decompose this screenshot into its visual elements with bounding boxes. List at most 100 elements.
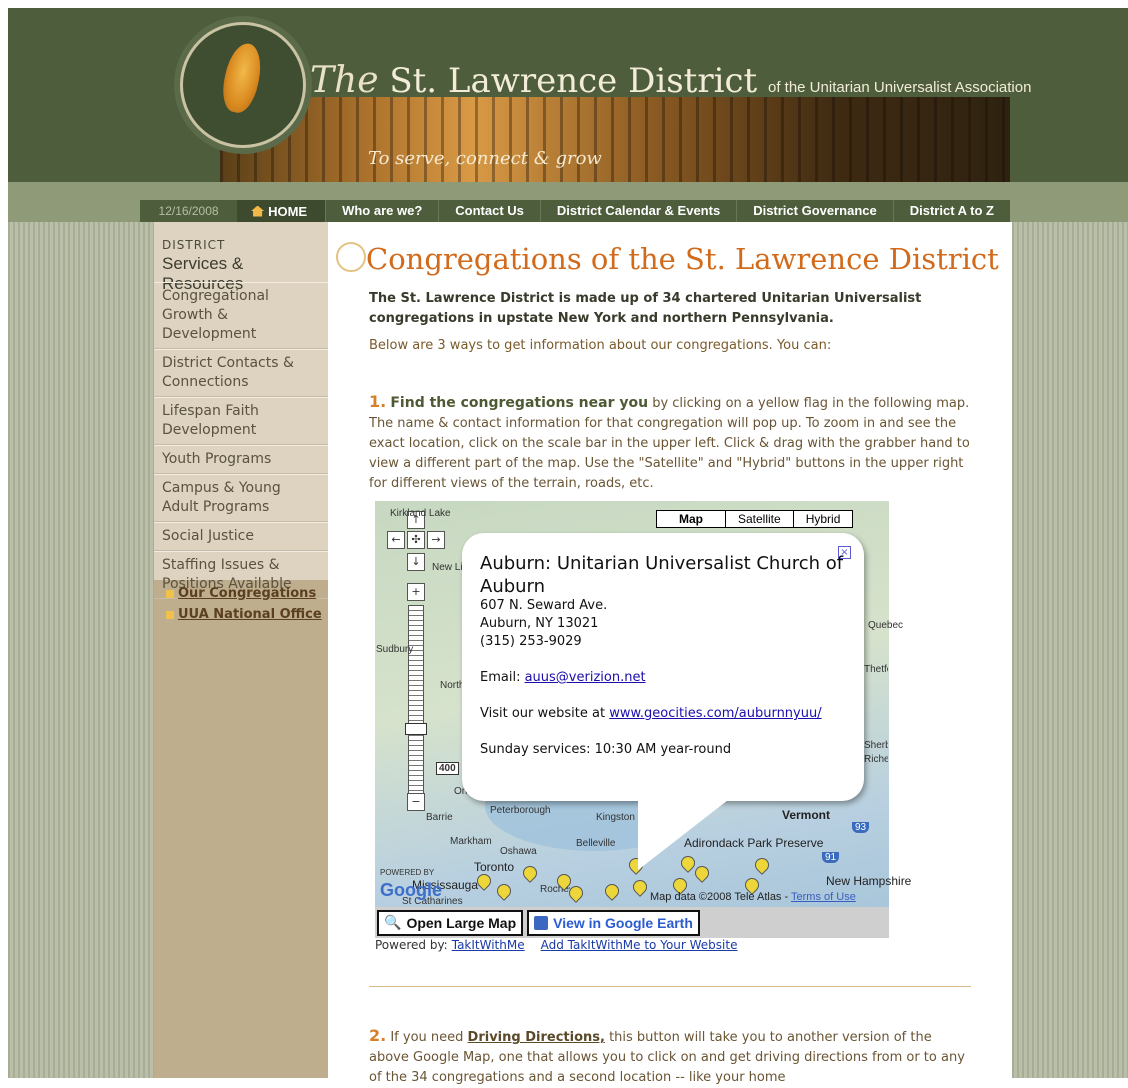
map-highway-400: 400 [436, 762, 459, 775]
header-forest-photo [220, 97, 1010, 182]
nav-district-a-to-z[interactable]: District A to Z [892, 200, 1010, 222]
congregation-flag-icon[interactable] [496, 884, 510, 902]
map-label-belleville: Belleville [576, 838, 616, 849]
info-email-link[interactable]: auus@verizion.net [525, 670, 646, 685]
map-label-barrie: Barrie [426, 812, 453, 823]
page-title: Congregations of the St. Lawrence Distri… [366, 242, 999, 276]
sidebar-heading-small: DISTRICT [162, 238, 226, 252]
bullet-square-icon [166, 610, 174, 619]
site-title-main: St. Lawrence District [389, 61, 758, 101]
info-phone: (315) 253-9029 [480, 634, 582, 649]
info-website-row: Visit our website at www.geocities.com/a… [480, 706, 822, 721]
congregation-flag-icon[interactable] [568, 886, 582, 904]
open-large-map-button[interactable]: 🔍 Open Large Map [377, 909, 524, 936]
nav-district-calendar[interactable]: District Calendar & Events [539, 200, 736, 222]
sidebar-menu: Congregational Growth & Development Dist… [154, 282, 328, 599]
map-interstate-93: 93 [852, 822, 870, 833]
map-button-row: 🔍 Open Large Map View in Google Earth [375, 907, 889, 938]
map-label-toronto: Toronto [474, 860, 515, 874]
google-logo[interactable]: Google [380, 880, 442, 901]
driving-directions-link[interactable]: Driving Directions, [468, 1030, 605, 1045]
congregation-flag-icon[interactable] [476, 874, 490, 892]
sidebar-link-label: UUA National Office [178, 607, 322, 622]
map-type-hybrid-button[interactable]: Hybrid [792, 511, 853, 527]
map-label-kingston: Kingston [596, 812, 635, 823]
congregation-flag-icon[interactable] [604, 884, 618, 902]
sidebar-item-district-contacts[interactable]: District Contacts & Connections [154, 349, 328, 397]
nav-district-governance[interactable]: District Governance [736, 200, 893, 222]
info-address-line1: 607 N. Seward Ave. [480, 598, 608, 613]
sidebar-link-label: Our Congregations [178, 586, 317, 601]
map-type-selector: Map Satellite Hybrid [656, 510, 854, 528]
page-background-right [1012, 222, 1128, 1078]
takitwithme-link[interactable]: TakItWithMe [452, 938, 525, 952]
congregation-flag-icon[interactable] [754, 858, 768, 876]
pan-left-icon[interactable]: ← [387, 531, 405, 549]
step-2-paragraph: 2. If you need Driving Directions, this … [369, 1026, 973, 1088]
powered-by-google-label: POWERED BY [380, 868, 435, 877]
district-logo[interactable] [180, 22, 306, 148]
map-label-quebec: Quebec [868, 620, 904, 631]
sidebar-item-social-justice[interactable]: Social Justice [154, 522, 328, 551]
section-divider [369, 986, 971, 987]
view-in-google-earth-label: View in Google Earth [553, 914, 693, 931]
map-label-thetford-mines: Thetford Mines [864, 664, 888, 675]
zoom-slider-track[interactable] [408, 605, 424, 807]
nav-who-are-we[interactable]: Who are we? [325, 200, 438, 222]
site-title-sub: of the Unitarian Universalist Associatio… [767, 79, 1032, 96]
step-1-number: 1. [369, 392, 387, 411]
nav-date: 12/16/2008 [158, 204, 219, 218]
info-website-link[interactable]: www.geocities.com/auburnnyuu/ [609, 706, 821, 721]
map-label-adirondack: Adirondack Park Preserve [684, 836, 824, 850]
nav-home[interactable]: HOME [237, 200, 326, 222]
sidebar-item-campus-young-adult[interactable]: Campus & Young Adult Programs [154, 474, 328, 522]
map-type-map-button[interactable]: Map [657, 511, 725, 527]
sidebar-item-lifespan-faith[interactable]: Lifespan Faith Development [154, 397, 328, 445]
info-services: Sunday services: 10:30 AM year-round [480, 742, 732, 757]
sidebar-link-our-congregations[interactable]: Our Congregations [166, 586, 322, 601]
view-in-google-earth-button[interactable]: View in Google Earth [527, 909, 700, 936]
map-label-kirkland-lake: Kirkland Lake [390, 508, 451, 519]
congregation-flag-icon[interactable] [522, 866, 536, 884]
map-attribution: Map data ©2008 Tele Atlas - Terms of Use [650, 891, 856, 903]
step-1-lead: Find the congregations near you [390, 395, 649, 411]
sidebar: DISTRICT Services & Resources Congregati… [154, 222, 328, 1078]
nav-home-label: HOME [268, 203, 308, 219]
sidebar-links: Our Congregations UUA National Office [166, 580, 322, 622]
sidebar-item-congregational-growth[interactable]: Congregational Growth & Development [154, 282, 328, 349]
map-attribution-text: Map data ©2008 Tele Atlas - [650, 891, 792, 903]
pan-right-icon[interactable]: → [427, 531, 445, 549]
magnifier-icon: 🔍 [384, 914, 402, 930]
map-type-satellite-button[interactable]: Satellite [725, 511, 793, 527]
main-nav: 12/16/2008 HOME Who are we? Contact Us D… [140, 200, 1010, 222]
map-interstate-91: 91 [822, 852, 840, 863]
congregation-flag-icon[interactable] [680, 856, 694, 874]
add-takitwithme-link[interactable]: Add TakItWithMe to Your Website [541, 938, 738, 952]
site-title: The St. Lawrence District of the Unitari… [310, 60, 1031, 101]
map-label-sherbrooke: Sherbrooke [864, 740, 888, 751]
sidebar-item-youth-programs[interactable]: Youth Programs [154, 445, 328, 474]
zoom-slider-thumb[interactable] [405, 723, 427, 735]
pan-center-icon[interactable]: ✣ [407, 531, 425, 549]
zoom-in-icon[interactable]: + [407, 583, 425, 601]
chalice-flame-icon [218, 40, 266, 116]
map-terms-link[interactable]: Terms of Use [791, 891, 856, 903]
map-label-vermont: Vermont [782, 808, 831, 822]
intro-bold-text: The St. Lawrence District is made up of … [369, 291, 922, 326]
zoom-out-icon[interactable]: − [407, 793, 425, 811]
congregation-flag-icon[interactable] [694, 866, 708, 884]
sidebar-link-uua-national[interactable]: UUA National Office [166, 607, 322, 622]
map-label-markham: Markham [450, 836, 492, 847]
map-label-peterborough: Peterborough [490, 805, 551, 816]
site-title-the: The [310, 60, 379, 101]
pan-down-icon[interactable]: ↓ [407, 553, 425, 571]
powered-by-row: Powered by: TakItWithMe Add TakItWithMe to… [375, 938, 737, 952]
map-label-oshawa: Oshawa [500, 846, 537, 857]
congregation-flag-icon[interactable] [632, 880, 646, 898]
info-email-row: Email: auus@verizion.net [480, 670, 646, 685]
map-label-sudbury: Sudbury [376, 644, 414, 655]
map-label-new-hampshire: New Hampshire [826, 874, 912, 888]
nav-contact-us[interactable]: Contact Us [438, 200, 540, 222]
intro-text: Below are 3 ways to get information abou… [369, 338, 832, 353]
info-website-label: Visit our website at [480, 706, 610, 721]
